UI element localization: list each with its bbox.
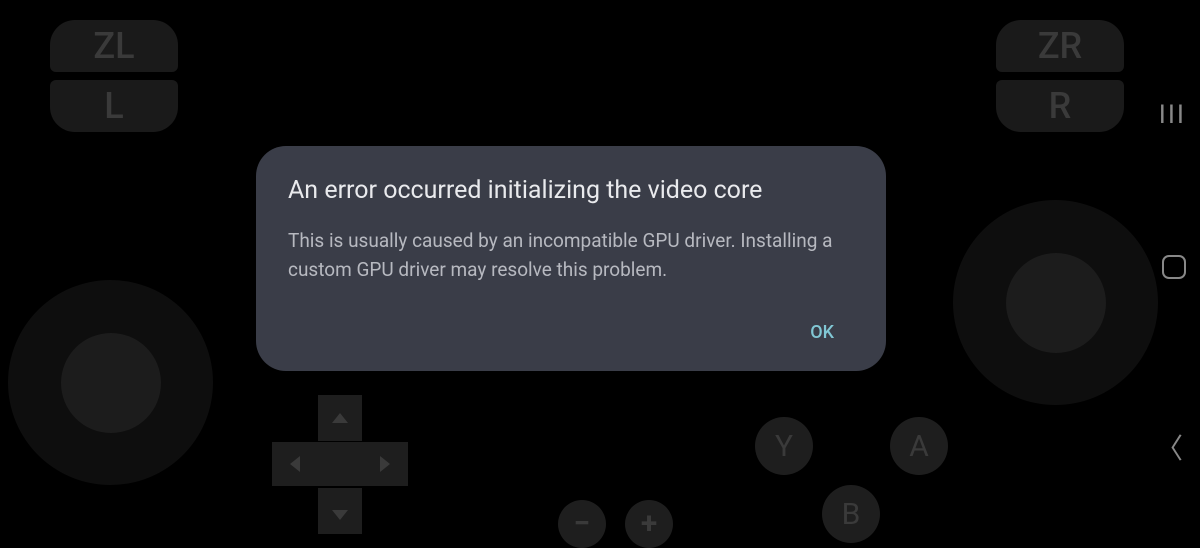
arrow-up-icon (332, 413, 348, 423)
right-analog-thumb (1006, 253, 1106, 353)
recents-button[interactable]: III (1159, 100, 1186, 130)
error-dialog: An error occurred initializing the video… (256, 146, 886, 371)
y-button[interactable]: Y (755, 417, 813, 475)
dpad (270, 395, 410, 535)
dpad-down-button[interactable] (318, 488, 362, 534)
left-analog-thumb (61, 333, 161, 433)
left-analog-stick[interactable] (8, 280, 213, 485)
arrow-down-icon (332, 510, 348, 520)
dpad-center (318, 442, 362, 486)
ok-button[interactable]: OK (790, 312, 854, 353)
home-button[interactable] (1162, 255, 1186, 279)
plus-button[interactable]: + (625, 500, 673, 548)
zr-button[interactable]: ZR (996, 20, 1124, 72)
arrow-right-icon (380, 456, 390, 472)
dialog-title: An error occurred initializing the video… (288, 176, 854, 205)
a-button[interactable]: A (890, 417, 948, 475)
l-button[interactable]: L (50, 80, 178, 132)
dpad-left-button[interactable] (272, 442, 318, 486)
b-button[interactable]: B (822, 485, 880, 543)
minus-icon: − (574, 509, 591, 539)
dpad-up-button[interactable] (318, 395, 362, 441)
minus-button[interactable]: − (558, 500, 606, 548)
dialog-body: This is usually caused by an incompatibl… (288, 227, 854, 284)
dialog-actions: OK (288, 312, 854, 353)
plus-icon: + (641, 509, 657, 539)
zl-button[interactable]: ZL (50, 20, 178, 72)
arrow-left-icon (290, 456, 300, 472)
r-button[interactable]: R (996, 80, 1124, 132)
back-button[interactable]: 〈 (1155, 427, 1183, 467)
right-analog-stick[interactable] (953, 200, 1158, 405)
dpad-right-button[interactable] (362, 442, 408, 486)
